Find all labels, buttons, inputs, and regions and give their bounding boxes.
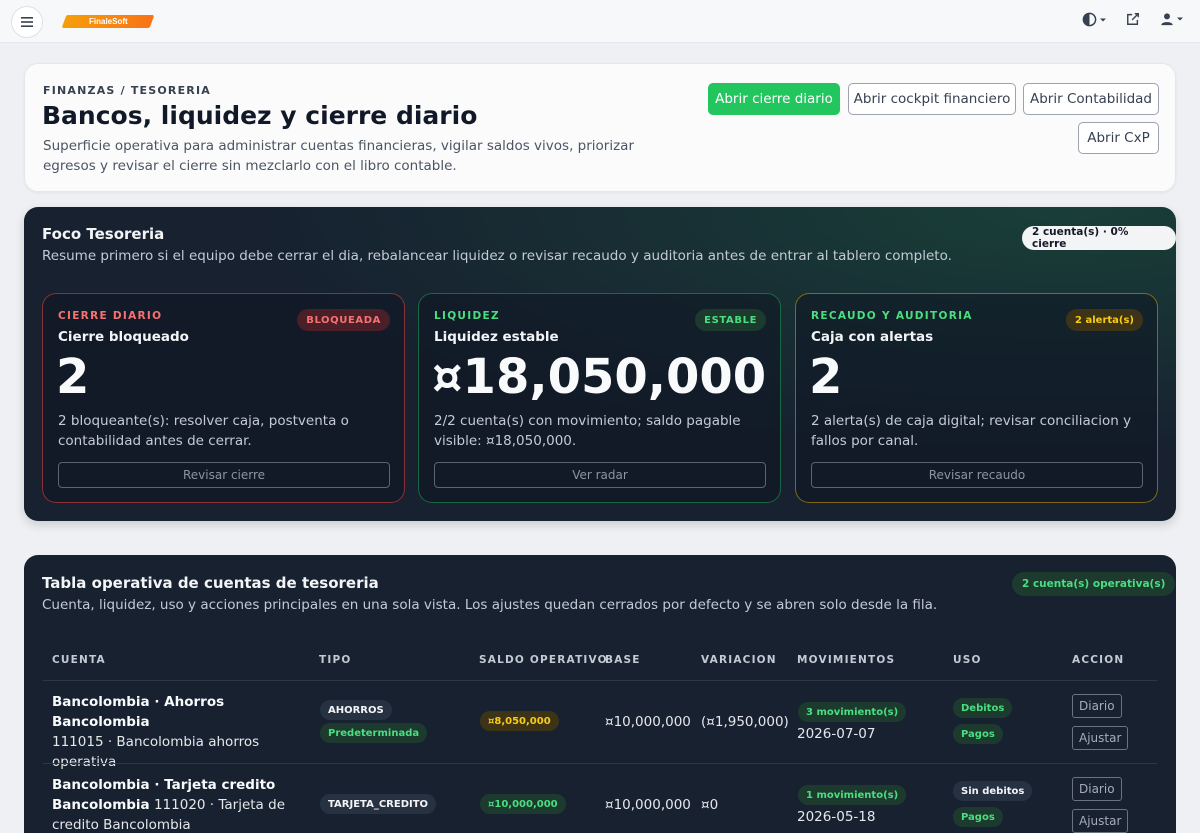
column-header: SALDO OPERATIVO [479,654,608,666]
status-badge: BLOQUEADA [297,309,390,331]
usage-tag: Debitos [953,698,1013,718]
status-badge: ESTABLE [695,309,766,331]
contrast-icon [1082,12,1097,27]
focus-title: Foco Tesoreria [42,225,165,243]
account-name: Bancolombia · Ahorros Bancolombia [52,694,225,730]
open-daily-close-button[interactable]: Abrir cierre diario [708,83,840,115]
type-tag: AHORROS [320,700,392,720]
account-detail: 111015 · Bancolombia ahorros operativa [52,734,260,770]
column-header: TIPO [319,654,352,666]
base-value: ¤10,000,000 [605,714,691,730]
menu-button[interactable] [11,6,43,38]
metric-title: Cierre bloqueado [58,329,189,345]
type-tag: TARJETA_CREDITO [320,794,437,814]
column-header: MOVIMIENTOS [797,654,896,666]
variation-value: ¤0 [701,797,719,813]
theme-toggle-button[interactable] [1082,12,1107,27]
metric-title: Caja con alertas [811,329,934,345]
user-icon [1161,13,1173,26]
column-header: USO [953,654,982,666]
movements-tag: 1 movimiento(s) [798,785,907,805]
column-header: CUENTA [52,654,106,666]
metric-title: Liquidez estable [434,329,559,345]
menu-icon [21,17,33,27]
balance-tag: ¤8,050,000 [480,711,559,731]
accounts-summary-pill: 2 cuenta(s) operativa(s) [1012,572,1176,596]
metric-value: 2 [56,349,90,405]
movements-tag: 3 movimiento(s) [798,702,907,722]
adjust-button[interactable]: Ajustar [1072,809,1129,833]
account-cell: Bancolombia · Tarjeta credito Bancolombi… [52,775,307,833]
focus-panel: Foco Tesoreria Resume primero si el equi… [24,207,1176,521]
usage-tag: Sin debitos [953,781,1033,801]
account-name-rest: Bancolombia [52,797,150,813]
external-link-icon [1127,13,1139,25]
open-cxp-button[interactable]: Abrir CxP [1078,122,1159,154]
brand-logo[interactable]: FinaleSoft [61,15,155,28]
review-collection-button[interactable]: Revisar recaudo [811,462,1143,488]
user-menu-button[interactable] [1160,12,1184,26]
metric-card-liquidez: LIQUIDEZ ESTABLE Liquidez estable ¤18,05… [418,293,781,503]
balance-tag: ¤10,000,000 [480,794,566,814]
page-description: Superficie operativa para administrar cu… [43,138,634,174]
chevron-down-icon [1177,17,1183,21]
usage-tag: Pagos [953,724,1003,744]
open-external-button[interactable] [1126,12,1140,26]
page-title: Bancos, liquidez y cierre diario [42,101,478,130]
adjust-button[interactable]: Ajustar [1072,726,1129,750]
breadcrumb: FINANZAS / TESORERIA [43,84,211,97]
focus-summary-pill: 2 cuenta(s) · 0% cierre [1022,226,1176,250]
top-bar: FinaleSoft [0,0,1200,43]
base-value: ¤10,000,000 [605,797,691,813]
metric-kicker: LIQUIDEZ [434,310,500,322]
chevron-down-icon [1100,18,1106,21]
variation-value: (¤1,950,000) [701,714,789,730]
metric-value: 2 [809,349,843,405]
default-tag: Predeterminada [320,723,428,743]
view-radar-button[interactable]: Ver radar [434,462,766,488]
page-header: FINANZAS / TESORERIA Bancos, liquidez y … [24,63,1176,192]
metric-description: 2 bloqueante(s): resolver caja, postvent… [58,413,349,449]
metric-description: 2/2 cuenta(s) con movimiento; saldo paga… [434,413,741,449]
alert-badge: 2 alerta(s) [1066,309,1143,331]
journal-button[interactable]: Diario [1072,777,1122,801]
accounts-description: Cuenta, liquidez, uso y acciones princip… [42,597,938,613]
metric-card-cierre: CIERRE DIARIO BLOQUEADA Cierre bloqueado… [42,293,405,503]
metric-kicker: RECAUDO Y AUDITORIA [811,310,973,322]
metric-value: ¤18,050,000 [432,349,767,405]
metric-kicker: CIERRE DIARIO [58,310,163,322]
metric-description: 2 alerta(s) de caja digital; revisar con… [811,413,1132,449]
metric-card-recaudo: RECAUDO Y AUDITORIA 2 alerta(s) Caja con… [795,293,1158,503]
focus-description: Resume primero si el equipo debe cerrar … [42,248,952,264]
account-name: Bancolombia · Tarjeta credito [52,777,276,793]
brand-logo-text: FinaleSoft [88,17,128,26]
account-cell: Bancolombia · Ahorros Bancolombia 111015… [52,692,307,772]
row-divider [43,763,1157,764]
review-close-button[interactable]: Revisar cierre [58,462,390,488]
open-financial-cockpit-button[interactable]: Abrir cockpit financiero [848,83,1016,115]
column-header: VARIACION [701,654,777,666]
movement-date: 2026-05-18 [797,809,876,825]
column-header: BASE [605,654,641,666]
accounts-table-panel: Tabla operativa de cuentas de tesoreria … [24,555,1176,833]
accounts-title: Tabla operativa de cuentas de tesoreria [42,574,379,592]
open-accounting-button[interactable]: Abrir Contabilidad [1023,83,1159,115]
usage-tag: Pagos [953,807,1003,827]
journal-button[interactable]: Diario [1072,694,1122,718]
movement-date: 2026-07-07 [797,726,876,742]
row-divider [43,680,1157,681]
column-header: ACCION [1072,654,1125,666]
